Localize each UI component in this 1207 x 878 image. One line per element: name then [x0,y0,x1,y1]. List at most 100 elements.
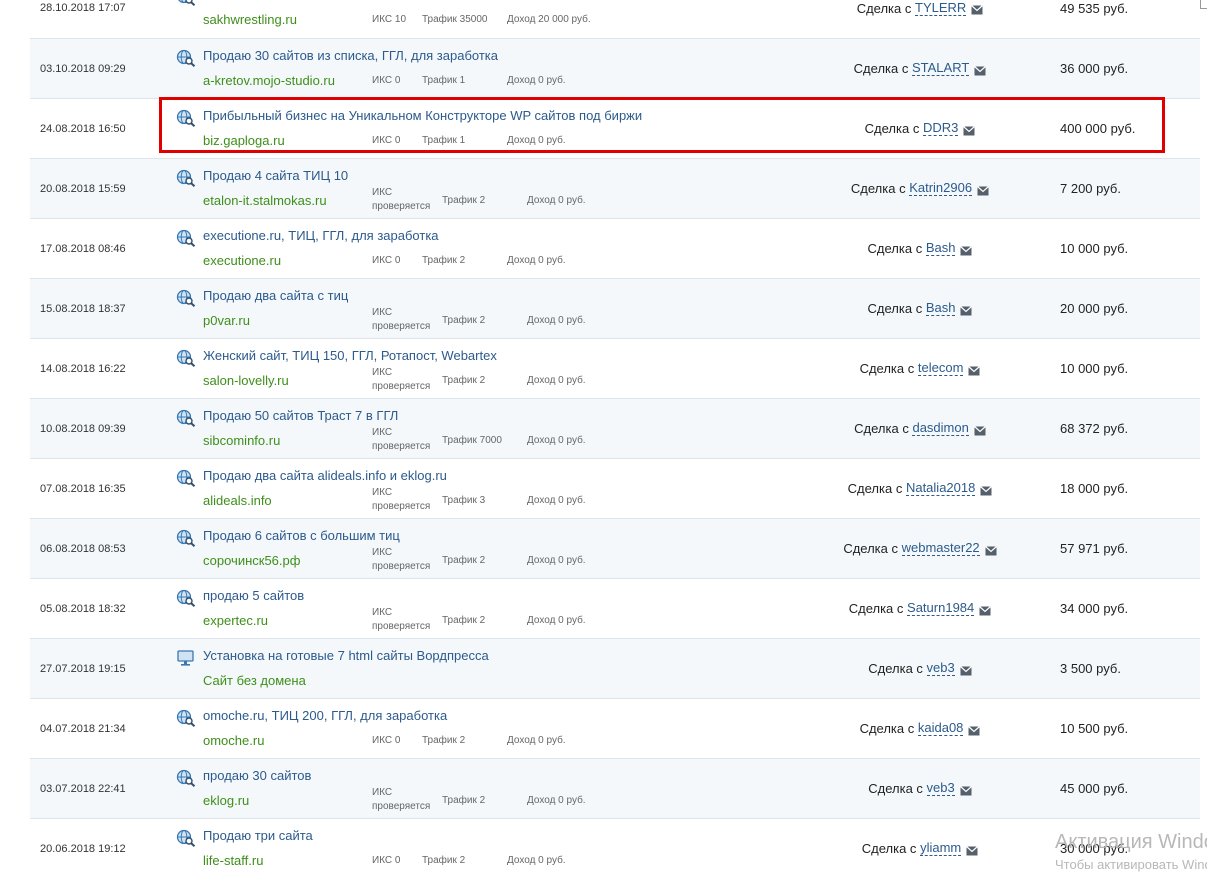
deal-row: 05.08.2018 18:32 продаю 5 сайтов experte… [30,579,1200,639]
site-stats: ИКС проверяется Трафик 2 Доход 0 руб. [372,187,586,212]
income-value: Доход 0 руб. [507,734,566,746]
site-domain-link[interactable]: alideals.info [203,493,272,508]
envelope-icon[interactable] [974,64,987,75]
envelope-icon[interactable] [959,784,972,795]
site-domain-link[interactable]: biz.gaploga.ru [203,133,285,148]
traffic-value: Трафик 35000 [422,13,488,25]
site-domain-link[interactable]: Сайт без домена [203,673,306,688]
envelope-icon[interactable] [968,364,981,375]
site-domain-link[interactable]: life-staff.ru [203,853,263,868]
site-domain-link[interactable]: sakhwrestling.ru [203,12,297,27]
site-domain-link[interactable]: etalon-it.stalmokas.ru [203,193,327,208]
listing-title-link[interactable]: Продаю 30 сайтов из списка, ГГЛ, для зар… [203,48,498,63]
envelope-icon[interactable] [973,424,986,435]
listing-title-link[interactable]: Продаю 4 сайта ТИЦ 10 [203,168,348,183]
partner-username-link[interactable]: Katrin2906 [909,181,973,196]
traffic-value: Трафик 2 [442,194,486,206]
deal-row: 20.06.2018 19:12 Продаю три сайта life-s… [30,819,1200,878]
partner-username-link[interactable]: yliamm [920,841,962,856]
site-domain-link[interactable]: p0var.ru [203,313,250,328]
envelope-icon[interactable] [963,124,976,135]
envelope-icon[interactable] [984,544,997,555]
page: 28.10.2018 17:07 sakhwrestling.ru ИКС 10… [0,0,1207,878]
envelope-icon[interactable] [960,304,973,315]
partner-username-link[interactable]: Bash [925,241,956,256]
deal-partner: Сделка с yliamm [770,819,1070,878]
envelope-icon[interactable] [960,244,973,255]
partner-username-link[interactable]: veb3 [926,781,955,796]
partner-username-link[interactable]: webmaster22 [901,541,980,556]
envelope-icon[interactable] [979,604,992,615]
listing-title-link[interactable]: Продаю 50 сайтов Траст 7 в ГГЛ [203,408,398,423]
deal-row: 24.08.2018 16:50 Прибыльный бизнес на Ун… [30,99,1200,159]
iks-status: проверяется [372,381,431,392]
iks-label: ИКС [372,607,393,618]
globe-magnifier-icon [176,589,196,607]
deal-label: Сделка с [859,721,915,736]
listing-title-link[interactable]: Женский сайт, ТИЦ 150, ГГЛ, Ротапост, We… [203,348,497,363]
deal-partner: Сделка с TYLERR [770,0,1070,38]
globe-magnifier-icon [176,349,196,367]
globe-magnifier-icon [176,409,196,427]
iks-label: ИКС [372,187,393,198]
deal-price: 400 000 руб. [1060,121,1136,136]
globe-magnifier-icon [176,469,196,487]
deal-label: Сделка с [856,0,912,16]
deal-row: 17.08.2018 08:46 executione.ru, ТИЦ, ГГЛ… [30,219,1200,279]
partner-username-link[interactable]: telecom [917,361,964,376]
site-domain-link[interactable]: expertec.ru [203,613,268,628]
envelope-icon[interactable] [959,664,972,675]
site-domain-link[interactable]: a-kretov.mojo-studio.ru [203,73,335,88]
partner-username-link[interactable]: veb3 [926,661,955,676]
deal-date: 07.08.2018 16:35 [40,482,126,495]
deal-price: 10 500 руб. [1060,721,1129,736]
partner-username-link[interactable]: STALART [911,61,970,76]
partner-username-link[interactable]: DDR3 [922,121,959,136]
site-stats: ИКС проверяется Трафик 2 Доход 0 руб. [372,547,586,572]
listing-title-link[interactable]: Продаю два сайта alideals.info и eklog.r… [203,468,447,483]
deal-row: 07.08.2018 16:35 Продаю два сайта alidea… [30,459,1200,519]
deal-date: 06.08.2018 08:53 [40,542,126,555]
listing-title-link[interactable]: Прибыльный бизнес на Уникальном Конструк… [203,108,642,123]
globe-magnifier-icon [176,49,196,67]
envelope-icon[interactable] [980,484,993,495]
iks-pending: ИКС проверяется [372,786,442,814]
deal-row: 10.08.2018 09:39 Продаю 50 сайтов Траст … [30,399,1200,459]
deal-price: 18 000 руб. [1060,481,1129,496]
partner-username-link[interactable]: dasdimon [912,421,969,436]
site-domain-link[interactable]: executione.ru [203,253,281,268]
site-domain-link[interactable]: sibcominfo.ru [203,433,280,448]
listing-title-link[interactable]: продаю 30 сайтов [203,768,311,783]
site-domain-link[interactable]: eklog.ru [203,793,249,808]
deal-price: 3 500 руб. [1060,661,1121,676]
listing-title-link[interactable]: executione.ru, ТИЦ, ГГЛ, для заработка [203,228,439,243]
partner-username-link[interactable]: Natalia2018 [905,481,976,496]
iks-label: ИКС [372,547,393,558]
deal-partner: Сделка с dasdimon [770,399,1070,458]
partner-username-link[interactable]: kaida08 [917,721,964,736]
traffic-value: Трафик 3 [442,494,486,506]
partner-username-link[interactable]: TYLERR [915,0,967,16]
site-domain-link[interactable]: omoche.ru [203,733,264,748]
partner-username-link[interactable]: Saturn1984 [907,601,975,616]
globe-magnifier-icon [176,529,196,547]
deal-date: 15.08.2018 18:37 [40,302,126,315]
envelope-icon[interactable] [968,724,981,735]
listing-title-link[interactable]: omoche.ru, ТИЦ 200, ГГЛ, для заработка [203,708,447,723]
partner-username-link[interactable]: Bash [925,301,956,316]
envelope-icon[interactable] [971,3,984,15]
site-domain-link[interactable]: сорочинск56.рф [203,553,300,568]
listing-title-link[interactable]: Продаю 6 сайтов с большим тиц [203,528,400,543]
listing-title-link[interactable]: Продаю два сайта с тиц [203,288,348,303]
deal-row: 06.08.2018 08:53 Продаю 6 сайтов с больш… [30,519,1200,579]
iks-label: ИКС [372,487,393,498]
listing-title-link[interactable]: Установка на готовые 7 html сайты Вордпр… [203,648,489,663]
listing-title-link[interactable]: продаю 5 сайтов [203,588,304,603]
iks-status: проверяется [372,501,431,512]
envelope-icon[interactable] [977,184,989,195]
iks-status: проверяется [372,561,431,572]
site-domain-link[interactable]: salon-lovelly.ru [203,373,289,388]
listing-title-link[interactable]: Продаю три сайта [203,828,313,843]
envelope-icon[interactable] [966,844,979,855]
deal-label: Сделка с [854,421,909,436]
